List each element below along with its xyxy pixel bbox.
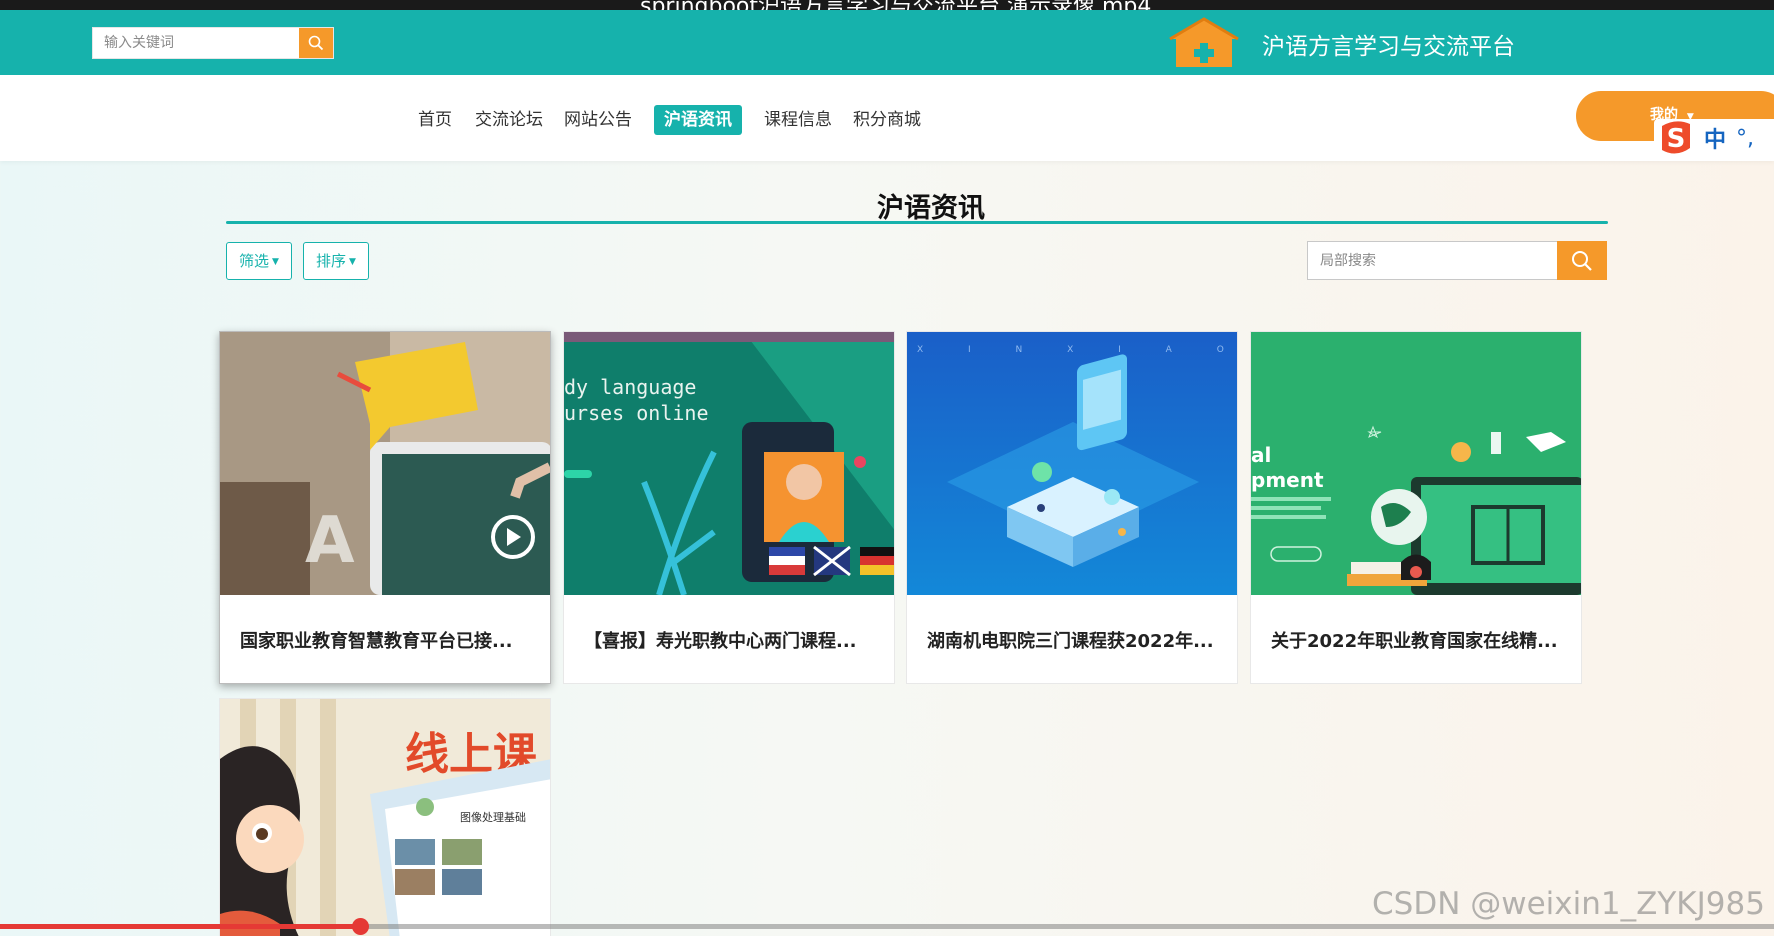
video-title-strip: springboot沪语方言学习与交流平台 演示录像.mp4 (0, 0, 1774, 10)
svg-text:urses online: urses online (564, 401, 709, 425)
local-search (1307, 241, 1607, 280)
sogou-ime-icon: S (1662, 121, 1690, 154)
video-progress-bar[interactable] (0, 918, 1774, 935)
news-card-title[interactable]: 湖南机电职院三门课程获2022年... (907, 595, 1237, 683)
title-divider (226, 221, 1608, 224)
filter-button[interactable]: 筛选 ▼ (226, 242, 292, 280)
nav-shanghai-news[interactable]: 沪语资讯 (654, 105, 742, 135)
classroom-image: A (220, 332, 550, 595)
sort-button[interactable]: 排序 ▼ (303, 242, 369, 280)
isometric-tech-image: X I N X I A O C H E N (907, 332, 1238, 595)
svg-text:dy language: dy language (564, 375, 696, 399)
main-nav: 首页 交流论坛 网站公告 沪语资讯 课程信息 积分商城 我的 ▼ S 中 °, (0, 75, 1774, 161)
search-icon (1572, 250, 1592, 271)
house-logo-icon (1169, 17, 1239, 67)
search-icon (308, 35, 324, 51)
filter-label: 筛选 (239, 252, 270, 270)
ime-indicator[interactable]: S 中 °, (1654, 119, 1774, 157)
keyword-search-button[interactable] (299, 28, 333, 58)
svg-text:图像处理基础: 图像处理基础 (460, 811, 526, 824)
online-class-cartoon-image: 线上课 图像处理基础 (220, 699, 550, 936)
development-image: al pment (1251, 332, 1581, 595)
nav-points-mall[interactable]: 积分商城 (843, 105, 931, 135)
news-card[interactable]: dy language urses online 【喜报】寿光职教中心两门课程.… (563, 331, 895, 684)
keyword-search (92, 27, 334, 59)
caret-down-icon: ▼ (272, 257, 279, 267)
video-progress-handle[interactable] (352, 918, 369, 935)
nav-forum[interactable]: 交流论坛 (465, 105, 553, 135)
news-card-title[interactable]: 关于2022年职业教育国家在线精... (1251, 595, 1581, 683)
ime-lang-label: 中 (1704, 128, 1727, 153)
nav-announcements[interactable]: 网站公告 (554, 105, 642, 135)
sort-label: 排序 (316, 252, 347, 270)
svg-text:A: A (305, 504, 355, 578)
keyword-search-input[interactable] (93, 28, 299, 58)
svg-text:al: al (1251, 443, 1271, 467)
caret-down-icon: ▼ (349, 257, 356, 267)
news-card[interactable]: 线上课 图像处理基础 (219, 698, 551, 936)
local-search-input[interactable] (1307, 241, 1557, 280)
news-card-title[interactable]: 国家职业教育智慧教育平台已接... (220, 595, 550, 683)
video-title: springboot沪语方言学习与交流平台 演示录像.mp4 (640, 0, 1151, 10)
news-card[interactable]: X I N X I A O C H E N 湖南机电职院三门课程获2022年..… (906, 331, 1238, 684)
svg-text:X I N X I A O C H E N: X I N X I A O C H E N (917, 345, 1238, 355)
svg-text:pment: pment (1251, 468, 1324, 492)
news-card[interactable]: al pment 关于2022年职业教育国家在线精... (1250, 331, 1582, 684)
news-card-title[interactable]: 【喜报】寿光职教中心两门课程... (564, 595, 894, 683)
local-search-button[interactable] (1557, 241, 1607, 280)
language-courses-image: dy language urses online (564, 332, 894, 595)
nav-home[interactable]: 首页 (408, 105, 462, 135)
csdn-watermark: CSDN @weixin1_ZYKJ985 (1372, 886, 1765, 922)
page-title: 沪语资讯 (877, 193, 985, 224)
site-title: 沪语方言学习与交流平台 (1262, 34, 1515, 60)
news-card[interactable]: A 国家职业教育智慧教育平台已接... (219, 331, 551, 684)
top-header: 沪语方言学习与交流平台 (0, 10, 1774, 75)
svg-text:S: S (1667, 124, 1686, 154)
ime-punct-label: °, (1736, 125, 1755, 151)
video-progress-fill (0, 924, 362, 929)
nav-courses[interactable]: 课程信息 (754, 105, 842, 135)
